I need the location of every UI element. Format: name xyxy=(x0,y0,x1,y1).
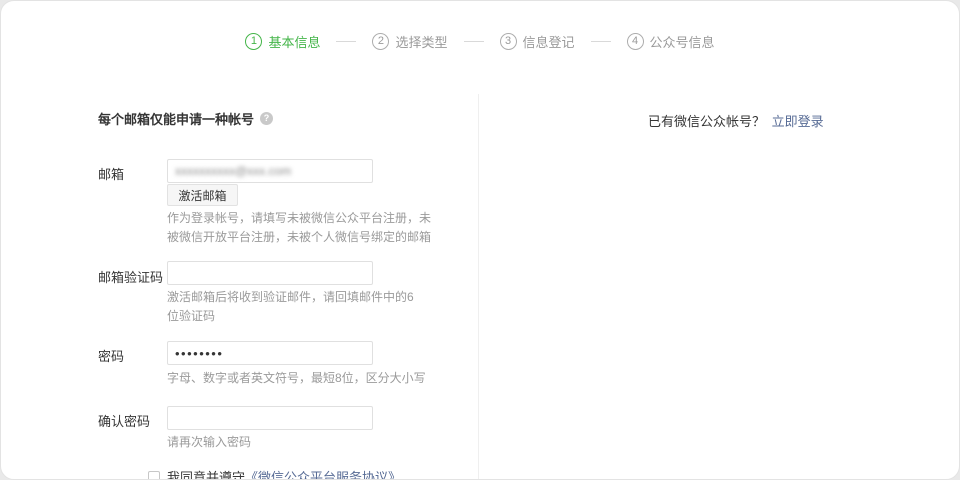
column-divider xyxy=(478,94,479,479)
step-4-number-icon: 4 xyxy=(627,33,644,50)
step-2-number-icon: 2 xyxy=(372,33,389,50)
email-code-input[interactable] xyxy=(167,261,373,285)
confirm-password-helper-text: 请再次输入密码 xyxy=(167,433,457,452)
password-masked-value: •••••••• xyxy=(175,346,223,361)
agreement-checkbox[interactable] xyxy=(148,471,160,480)
existing-account-area: 已有微信公众帐号？ 立即登录 xyxy=(648,111,824,130)
agreement-prefix-text: 我同意并遵守 xyxy=(167,467,245,480)
registration-card: 1 基本信息 2 选择类型 3 信息登记 4 公众号信息 每个邮箱仅能申请一种帐… xyxy=(0,0,960,480)
password-input[interactable]: •••••••• xyxy=(167,341,373,365)
step-4-label: 公众号信息 xyxy=(650,32,715,51)
confirm-password-label: 确认密码 xyxy=(98,411,150,430)
email-rule-note-text: 每个邮箱仅能申请一种帐号 xyxy=(98,109,254,128)
help-question-icon[interactable]: ? xyxy=(260,112,273,125)
step-1-number-icon: 1 xyxy=(245,33,262,50)
existing-account-question: 已有微信公众帐号？ xyxy=(648,114,765,129)
step-separator xyxy=(591,41,611,42)
password-helper-text: 字母、数字或者英文符号，最短8位，区分大小写 xyxy=(167,369,457,388)
agreement-row: 我同意并遵守 《微信公众平台服务协议》 xyxy=(148,467,401,480)
step-2-label: 选择类型 xyxy=(395,32,447,51)
step-separator xyxy=(464,41,484,42)
step-1-label: 基本信息 xyxy=(268,32,320,51)
email-code-label: 邮箱验证码 xyxy=(98,267,163,286)
step-choose-type: 2 选择类型 xyxy=(372,32,447,51)
login-now-link[interactable]: 立即登录 xyxy=(772,114,824,129)
service-agreement-link[interactable]: 《微信公众平台服务协议》 xyxy=(245,467,401,480)
step-info-registration: 3 信息登记 xyxy=(500,32,575,51)
step-separator xyxy=(336,41,356,42)
step-3-number-icon: 3 xyxy=(500,33,517,50)
password-label: 密码 xyxy=(98,346,124,365)
email-label: 邮箱 xyxy=(98,164,124,183)
step-3-label: 信息登记 xyxy=(523,32,575,51)
step-indicator: 1 基本信息 2 选择类型 3 信息登记 4 公众号信息 xyxy=(1,32,959,51)
email-code-helper-text: 激活邮箱后将收到验证邮件，请回填邮件中的6位验证码 xyxy=(167,288,421,326)
confirm-password-input[interactable] xyxy=(167,406,373,430)
activate-email-button[interactable]: 激活邮箱 xyxy=(167,184,238,206)
email-redacted-value: xxxxxxxxxx@xxx.com xyxy=(175,164,291,178)
email-rule-note: 每个邮箱仅能申请一种帐号 ? xyxy=(98,109,273,128)
step-basic-info: 1 基本信息 xyxy=(245,32,320,51)
email-helper-text: 作为登录帐号，请填写未被微信公众平台注册，未被微信开放平台注册，未被个人微信号绑… xyxy=(167,209,435,247)
email-input[interactable]: xxxxxxxxxx@xxx.com xyxy=(167,159,373,183)
step-account-info: 4 公众号信息 xyxy=(627,32,715,51)
